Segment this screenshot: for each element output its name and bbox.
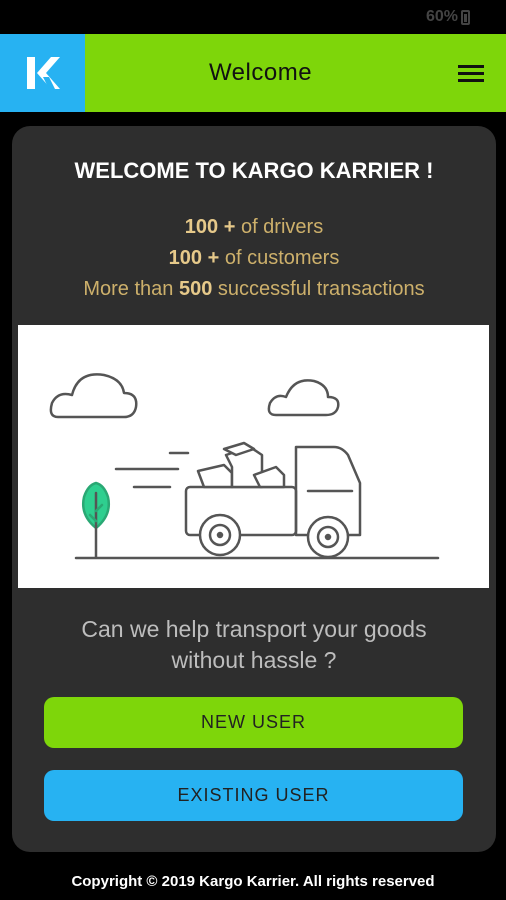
kargo-logo-icon[interactable] <box>0 34 85 112</box>
page-title: Welcome <box>208 59 313 86</box>
existing-user-button[interactable]: EXISTING USER <box>44 770 463 821</box>
app-bar: Welcome <box>0 34 506 112</box>
delivery-truck-illustration <box>18 325 489 588</box>
stat-transactions: More than 500 successful transactions <box>83 278 425 300</box>
cloud-icon <box>267 379 340 417</box>
stat-drivers: 100 + of drivers <box>184 216 324 238</box>
battery-icon <box>461 10 470 25</box>
status-bar: 60% <box>0 0 506 34</box>
stats-block: 100 + of drivers 100 + of customers More… <box>12 212 496 305</box>
hamburger-menu-icon[interactable] <box>436 34 506 112</box>
stat-customers: 100 + of customers <box>168 247 340 269</box>
battery-level: 60% <box>425 8 458 25</box>
welcome-card: WELCOME TO KARGO KARRIER ! 100 + of driv… <box>12 126 496 852</box>
new-user-button[interactable]: NEW USER <box>44 697 463 748</box>
copyright-footer: Copyright © 2019 Kargo Karrier. All righ… <box>71 873 435 890</box>
cloud-icon <box>49 373 138 419</box>
help-question: Can we help transport your goods without… <box>81 616 427 673</box>
welcome-heading: WELCOME TO KARGO KARRIER ! <box>74 158 434 183</box>
